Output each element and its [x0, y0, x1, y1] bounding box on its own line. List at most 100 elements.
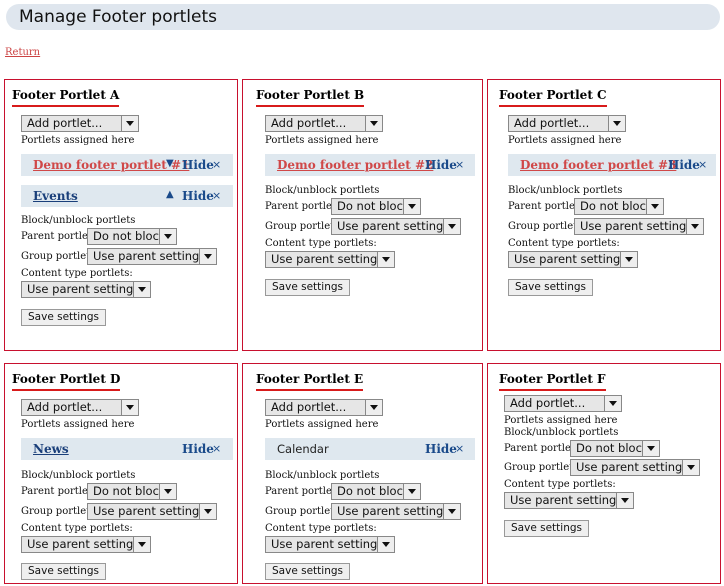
- block-unblock-label: Block/unblock portlets: [504, 427, 619, 438]
- block-unblock-label: Block/unblock portlets: [21, 215, 136, 226]
- save-settings-button[interactable]: Save settings: [265, 279, 350, 296]
- portlet-link[interactable]: Demo footer portlet #2: [277, 159, 433, 172]
- parent-portlets-select[interactable]: Do not block: [331, 198, 421, 215]
- portlet-bar: Events ▲ Hide ×: [21, 185, 233, 207]
- assigned-label: Portlets assigned here: [265, 419, 379, 430]
- parent-portlets-select[interactable]: Do not block: [331, 483, 421, 500]
- save-settings-button[interactable]: Save settings: [504, 520, 589, 537]
- select-value: Do not block: [580, 199, 653, 213]
- select-value: Use parent settings: [576, 460, 689, 474]
- column-title: Footer Portlet C: [499, 88, 607, 107]
- chevron-down-icon: [377, 252, 394, 267]
- group-portlets-select[interactable]: Use parent settings: [570, 459, 700, 476]
- hide-link[interactable]: Hide: [182, 190, 214, 203]
- close-icon[interactable]: ×: [455, 158, 464, 171]
- select-value: Use parent settings: [271, 537, 384, 551]
- content-type-portlets-select[interactable]: Use parent settings: [504, 492, 634, 509]
- page-title: Manage Footer portlets: [6, 4, 720, 30]
- column-title: Footer Portlet D: [12, 372, 121, 391]
- select-value: Add portlet...: [510, 396, 586, 410]
- block-unblock-label: Block/unblock portlets: [265, 185, 380, 196]
- content-type-portlets-select[interactable]: Use parent settings: [21, 536, 151, 553]
- portlet-column-e: Footer Portlet E Add portlet... Portlets…: [242, 363, 483, 584]
- select-value: Use parent settings: [514, 252, 627, 266]
- save-settings-button[interactable]: Save settings: [21, 563, 106, 580]
- column-title: Footer Portlet B: [256, 88, 365, 107]
- chevron-down-icon: [403, 199, 420, 214]
- select-value: Use parent settings: [93, 504, 206, 518]
- add-portlet-select[interactable]: Add portlet...: [265, 399, 383, 416]
- select-value: Use parent settings: [337, 219, 450, 233]
- add-portlet-select[interactable]: Add portlet...: [21, 115, 139, 132]
- portlet-link[interactable]: Events: [33, 190, 78, 203]
- select-value: Do not block: [337, 484, 410, 498]
- portlet-bar: News Hide ×: [21, 438, 233, 460]
- portlet-bar: Demo footer portlet #2 Hide ×: [265, 154, 475, 176]
- content-type-portlets-label: Content type portlets:: [21, 268, 133, 279]
- close-icon[interactable]: ×: [455, 442, 464, 455]
- parent-portlets-select[interactable]: Do not block: [87, 228, 177, 245]
- hide-link[interactable]: Hide: [425, 443, 457, 456]
- chevron-down-icon: [199, 504, 216, 519]
- hide-link[interactable]: Hide: [425, 159, 457, 172]
- portlet-link[interactable]: Demo footer portlet #3: [520, 159, 676, 172]
- add-portlet-select[interactable]: Add portlet...: [504, 395, 622, 412]
- content-type-portlets-select[interactable]: Use parent settings: [21, 281, 151, 298]
- add-portlet-select[interactable]: Add portlet...: [508, 115, 626, 132]
- select-value: Add portlet...: [271, 116, 347, 130]
- close-icon[interactable]: ×: [212, 189, 221, 202]
- select-value: Use parent settings: [27, 537, 140, 551]
- portlet-bar: Calendar Hide ×: [265, 438, 475, 460]
- select-value: Use parent settings: [337, 504, 450, 518]
- group-portlets-select[interactable]: Use parent settings: [331, 503, 461, 520]
- chevron-down-icon: [377, 537, 394, 552]
- content-type-portlets-select[interactable]: Use parent settings: [265, 251, 395, 268]
- content-type-portlets-label: Content type portlets:: [265, 523, 377, 534]
- content-type-portlets-select[interactable]: Use parent settings: [265, 536, 395, 553]
- content-type-portlets-label: Content type portlets:: [504, 479, 616, 490]
- portlet-link[interactable]: News: [33, 443, 69, 456]
- block-unblock-label: Block/unblock portlets: [265, 470, 380, 481]
- move-up-icon[interactable]: ▲: [166, 189, 174, 200]
- content-type-portlets-label: Content type portlets:: [508, 238, 620, 249]
- group-portlets-select[interactable]: Use parent settings: [331, 218, 461, 235]
- add-portlet-select[interactable]: Add portlet...: [21, 399, 139, 416]
- select-value: Add portlet...: [514, 116, 590, 130]
- assigned-label: Portlets assigned here: [508, 135, 622, 146]
- select-value: Use parent settings: [27, 282, 140, 296]
- block-unblock-label: Block/unblock portlets: [21, 470, 136, 481]
- portlet-column-a: Footer Portlet A Add portlet... Portlets…: [4, 79, 238, 351]
- parent-portlets-select[interactable]: Do not block: [87, 483, 177, 500]
- select-value: Use parent settings: [93, 249, 206, 263]
- add-portlet-select[interactable]: Add portlet...: [265, 115, 383, 132]
- parent-portlets-select[interactable]: Do not block: [574, 198, 664, 215]
- save-settings-button[interactable]: Save settings: [508, 279, 593, 296]
- close-icon[interactable]: ×: [212, 442, 221, 455]
- group-portlets-select[interactable]: Use parent settings: [574, 218, 704, 235]
- save-settings-button[interactable]: Save settings: [21, 309, 106, 326]
- chevron-down-icon: [199, 249, 216, 264]
- return-link[interactable]: Return: [5, 47, 40, 58]
- content-type-portlets-label: Content type portlets:: [265, 238, 377, 249]
- select-value: Add portlet...: [27, 116, 103, 130]
- move-down-icon[interactable]: ▼: [166, 158, 174, 169]
- chevron-down-icon: [608, 116, 625, 131]
- content-type-portlets-select[interactable]: Use parent settings: [508, 251, 638, 268]
- chevron-down-icon: [443, 219, 460, 234]
- portlet-column-d: Footer Portlet D Add portlet... Portlets…: [4, 363, 238, 584]
- chevron-down-icon: [365, 400, 382, 415]
- parent-portlets-select[interactable]: Do not block: [570, 440, 660, 457]
- close-icon[interactable]: ×: [212, 158, 221, 171]
- save-settings-button[interactable]: Save settings: [265, 563, 350, 580]
- hide-link[interactable]: Hide: [668, 159, 700, 172]
- select-value: Add portlet...: [27, 400, 103, 414]
- assigned-label: Portlets assigned here: [265, 135, 379, 146]
- hide-link[interactable]: Hide: [182, 159, 214, 172]
- chevron-down-icon: [620, 252, 637, 267]
- hide-link[interactable]: Hide: [182, 443, 214, 456]
- assigned-label: Portlets assigned here: [504, 415, 618, 426]
- group-portlets-select[interactable]: Use parent settings: [87, 503, 217, 520]
- select-value: Use parent settings: [580, 219, 693, 233]
- group-portlets-select[interactable]: Use parent settings: [87, 248, 217, 265]
- close-icon[interactable]: ×: [698, 158, 707, 171]
